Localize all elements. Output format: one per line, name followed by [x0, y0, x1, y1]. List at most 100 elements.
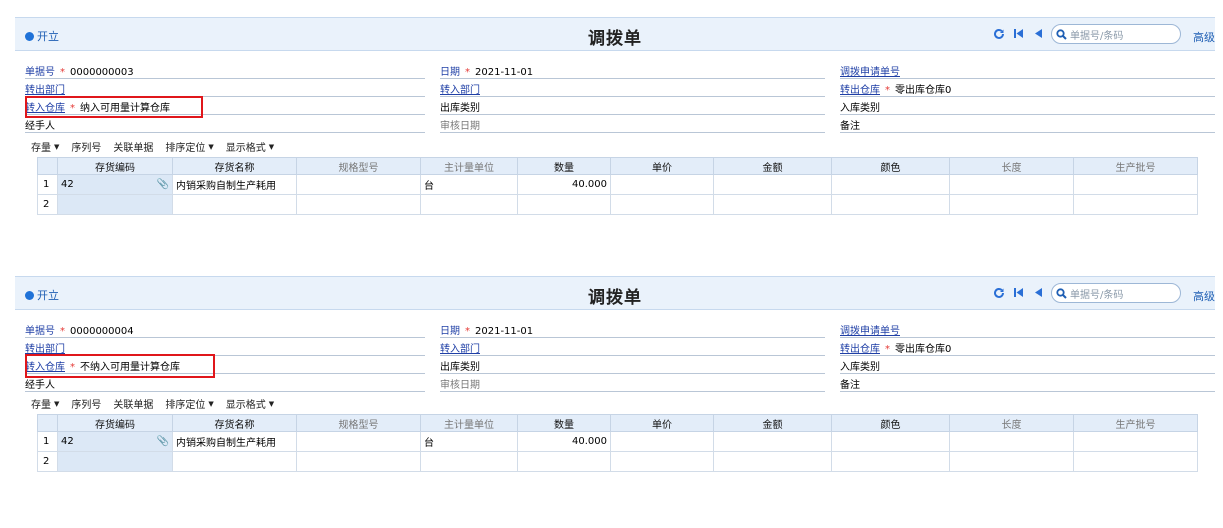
toolbar-sort-button[interactable]: 排序定位 ▼: [165, 139, 213, 155]
doc-no-field[interactable]: 单据号 * 0000000004: [25, 324, 425, 338]
cell-unit[interactable]: [420, 451, 518, 472]
column-header[interactable]: 存货编码: [57, 157, 173, 175]
out-dept-label[interactable]: 转出部门: [25, 340, 65, 355]
attachment-icon[interactable]: 📎: [157, 179, 169, 190]
cell-amount[interactable]: [713, 451, 832, 472]
cell-length[interactable]: [949, 451, 1074, 472]
cell-name[interactable]: 内销采购自制生产耗用: [172, 431, 297, 452]
request-no-field[interactable]: 调拨申请单号: [840, 324, 1215, 338]
cell-color[interactable]: [831, 431, 950, 452]
first-record-icon[interactable]: [1012, 286, 1025, 299]
toolbar-stock-button[interactable]: 存量 ▼: [31, 139, 59, 155]
advanced-link[interactable]: 高级: [1193, 288, 1215, 304]
out-warehouse-label[interactable]: 转出仓库: [840, 81, 880, 96]
column-header[interactable]: 数量: [517, 157, 611, 175]
column-header[interactable]: 单价: [610, 157, 714, 175]
handler-field[interactable]: 经手人: [25, 378, 425, 392]
cell-unit[interactable]: 台: [420, 174, 518, 195]
cell-price[interactable]: [610, 194, 714, 215]
cell-color[interactable]: [831, 451, 950, 472]
out-warehouse-field[interactable]: 转出仓库 * 零出库仓库0: [840, 83, 1215, 97]
cell-code[interactable]: [57, 451, 173, 472]
column-header[interactable]: 颜色: [831, 414, 950, 432]
column-header[interactable]: 颜色: [831, 157, 950, 175]
search-input[interactable]: 单据号/条码: [1051, 24, 1181, 44]
cell-qty[interactable]: 40.000: [517, 431, 611, 452]
column-header[interactable]: 生产批号: [1073, 414, 1198, 432]
column-header[interactable]: 数量: [517, 414, 611, 432]
toolbar-serial-button[interactable]: 序列号: [71, 396, 101, 411]
cell-color[interactable]: [831, 194, 950, 215]
out-dept-label[interactable]: 转出部门: [25, 81, 65, 96]
toolbar-serial-button[interactable]: 序列号: [71, 139, 101, 154]
column-header[interactable]: 金额: [713, 414, 832, 432]
column-header[interactable]: 单价: [610, 414, 714, 432]
cell-length[interactable]: [949, 174, 1074, 195]
cell-name[interactable]: [172, 194, 297, 215]
cell-batch[interactable]: [1073, 451, 1198, 472]
in-type-field[interactable]: 入库类别: [840, 101, 1215, 115]
cell-spec[interactable]: [296, 451, 421, 472]
out-warehouse-field[interactable]: 转出仓库 * 零出库仓库0: [840, 342, 1215, 356]
toolbar-stock-button[interactable]: 存量 ▼: [31, 396, 59, 412]
remark-field[interactable]: 备注: [840, 378, 1215, 392]
cell-length[interactable]: [949, 431, 1074, 452]
column-header[interactable]: 主计量单位: [420, 414, 518, 432]
toolbar-sort-button[interactable]: 排序定位 ▼: [165, 396, 213, 412]
prev-record-icon[interactable]: [1032, 27, 1045, 40]
search-input[interactable]: 单据号/条码: [1051, 283, 1181, 303]
cell-price[interactable]: [610, 174, 714, 195]
cell-spec[interactable]: [296, 194, 421, 215]
cell-name[interactable]: [172, 451, 297, 472]
column-header[interactable]: 存货名称: [172, 414, 297, 432]
column-header[interactable]: 长度: [949, 414, 1074, 432]
out-dept-field[interactable]: 转出部门: [25, 83, 425, 97]
cell-price[interactable]: [610, 431, 714, 452]
cell-color[interactable]: [831, 174, 950, 195]
advanced-link[interactable]: 高级: [1193, 29, 1215, 45]
in-dept-label[interactable]: 转入部门: [440, 340, 480, 355]
cell-batch[interactable]: [1073, 431, 1198, 452]
column-header[interactable]: 存货名称: [172, 157, 297, 175]
cell-unit[interactable]: 台: [420, 431, 518, 452]
table-row[interactable]: 2: [37, 451, 1198, 472]
request-no-label[interactable]: 调拨申请单号: [840, 322, 900, 337]
table-row[interactable]: 1 42 📎 内销采购自制生产耗用 台 40.000: [37, 174, 1198, 195]
cell-qty[interactable]: [517, 451, 611, 472]
toolbar-related-button[interactable]: 关联单据: [113, 396, 153, 411]
request-no-label[interactable]: 调拨申请单号: [840, 63, 900, 78]
in-type-field[interactable]: 入库类别: [840, 360, 1215, 374]
cell-code[interactable]: 42 📎: [57, 174, 173, 195]
cell-batch[interactable]: [1073, 194, 1198, 215]
cell-unit[interactable]: [420, 194, 518, 215]
cell-qty[interactable]: 40.000: [517, 174, 611, 195]
cell-amount[interactable]: [713, 431, 832, 452]
out-type-field[interactable]: 出库类别: [440, 360, 825, 374]
toolbar-related-button[interactable]: 关联单据: [113, 139, 153, 154]
column-header[interactable]: 规格型号: [296, 414, 421, 432]
toolbar-format-button[interactable]: 显示格式 ▼: [226, 396, 274, 412]
table-row[interactable]: 1 42 📎 内销采购自制生产耗用 台 40.000: [37, 431, 1198, 452]
cell-name[interactable]: 内销采购自制生产耗用: [172, 174, 297, 195]
table-row[interactable]: 2: [37, 194, 1198, 215]
request-no-field[interactable]: 调拨申请单号: [840, 65, 1215, 79]
doc-no-field[interactable]: 单据号 * 0000000003: [25, 65, 425, 79]
date-field[interactable]: 日期 * 2021-11-01: [440, 65, 825, 79]
column-header[interactable]: 生产批号: [1073, 157, 1198, 175]
date-field[interactable]: 日期 * 2021-11-01: [440, 324, 825, 338]
cell-code[interactable]: [57, 194, 173, 215]
out-type-field[interactable]: 出库类别: [440, 101, 825, 115]
cell-spec[interactable]: [296, 431, 421, 452]
first-record-icon[interactable]: [1012, 27, 1025, 40]
cell-price[interactable]: [610, 451, 714, 472]
refresh-icon[interactable]: [992, 27, 1005, 40]
prev-record-icon[interactable]: [1032, 286, 1045, 299]
in-dept-field[interactable]: 转入部门: [440, 342, 825, 356]
column-header[interactable]: 金额: [713, 157, 832, 175]
cell-spec[interactable]: [296, 174, 421, 195]
cell-qty[interactable]: [517, 194, 611, 215]
column-header[interactable]: 规格型号: [296, 157, 421, 175]
column-header[interactable]: 存货编码: [57, 414, 173, 432]
attachment-icon[interactable]: 📎: [157, 436, 169, 447]
out-warehouse-label[interactable]: 转出仓库: [840, 340, 880, 355]
